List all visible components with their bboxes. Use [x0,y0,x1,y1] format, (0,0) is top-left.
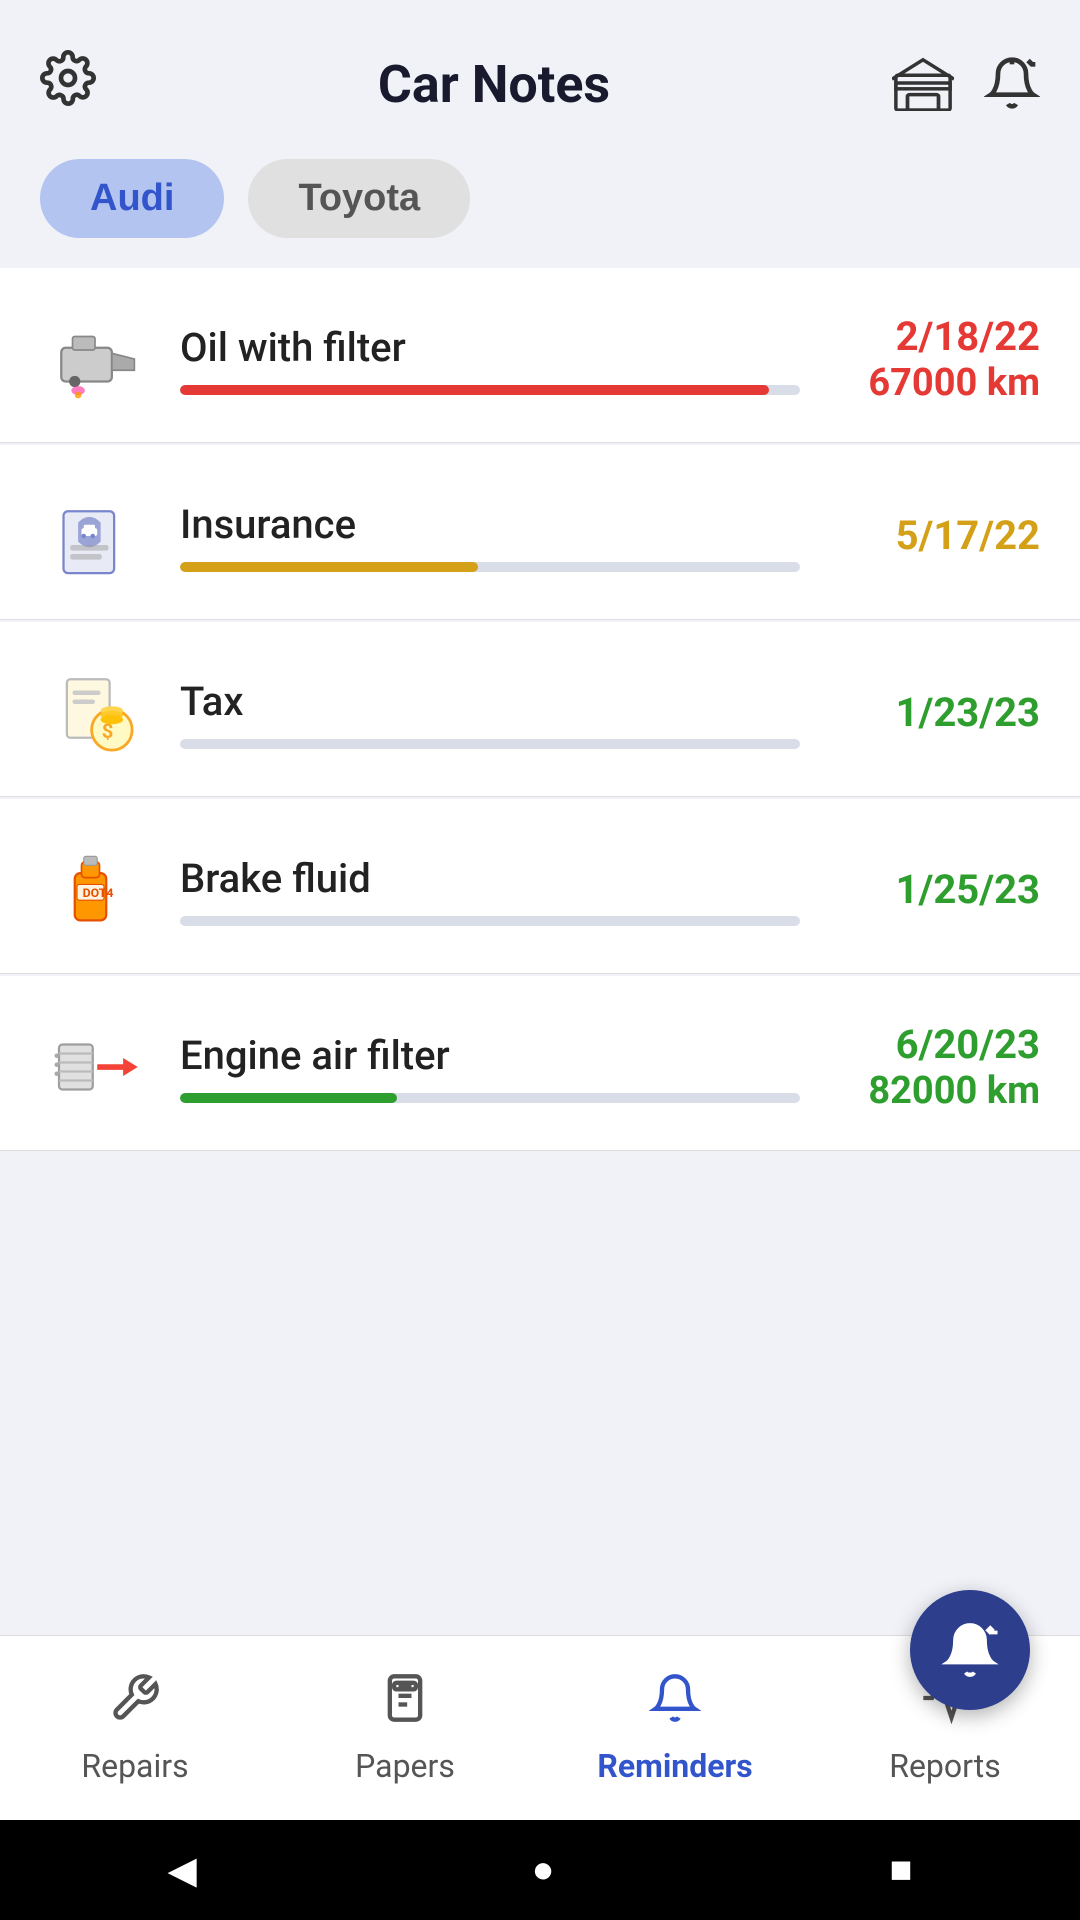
settings-icon[interactable] [40,50,96,119]
nav-papers[interactable]: Papers [270,1672,540,1785]
add-reminder-icon-header[interactable] [984,55,1040,115]
brake-date-value: 1/25/23 [820,866,1040,914]
air-date: 6/20/23 82000 km [820,1021,1040,1113]
reminders-icon [649,1672,701,1737]
reminder-item-oil[interactable]: Oil with filter 2/18/22 67000 km [0,268,1080,443]
tab-audi[interactable]: Audi [40,159,224,238]
insurance-progress-bg [180,562,800,572]
add-reminder-fab[interactable] [910,1590,1030,1710]
insurance-name: Insurance [180,501,800,548]
oil-name: Oil with filter [180,324,800,371]
nav-reminders[interactable]: Reminders [540,1672,810,1785]
reminder-item-brake[interactable]: DOT4 Brake fluid 1/25/23 [0,799,1080,974]
header: Car Notes [0,0,1080,139]
oil-date-value: 2/18/22 [820,313,1040,361]
insurance-icon [40,481,150,591]
brake-name: Brake fluid [180,855,800,902]
insurance-content: Insurance [180,501,800,572]
oil-icon [40,304,150,414]
tax-date: 1/23/23 [820,689,1040,737]
air-content: Engine air filter [180,1032,800,1103]
reminder-item-air[interactable]: Engine air filter 6/20/23 82000 km [0,976,1080,1151]
nav-repairs[interactable]: Repairs [0,1672,270,1785]
papers-icon [379,1672,431,1737]
air-progress-fill [180,1093,397,1103]
reminder-item-tax[interactable]: $ Tax 1/23/23 [0,622,1080,797]
tax-date-value: 1/23/23 [820,689,1040,737]
reminders-label: Reminders [597,1747,752,1785]
repairs-label: Repairs [81,1747,188,1785]
reminder-list: Oil with filter 2/18/22 67000 km [0,268,1080,1848]
back-button[interactable]: ◀ [167,1848,196,1893]
brake-icon: DOT4 [40,835,150,945]
repairs-icon [109,1672,161,1737]
air-progress-bg [180,1093,800,1103]
tax-progress-bg [180,739,800,749]
air-icon [40,1012,150,1122]
air-date-value: 6/20/23 [820,1021,1040,1069]
oil-progress-bg [180,385,800,395]
brake-content: Brake fluid [180,855,800,926]
insurance-date: 5/17/22 [820,512,1040,560]
svg-text:DOT4: DOT4 [83,887,114,901]
home-button[interactable]: ● [532,1848,555,1892]
reminder-item-insurance[interactable]: Insurance 5/17/22 [0,445,1080,620]
tax-name: Tax [180,678,800,725]
car-tabs: Audi Toyota [0,139,1080,268]
tax-icon: $ [40,658,150,768]
air-km-value: 82000 km [820,1069,1040,1113]
tax-content: Tax [180,678,800,749]
reports-label: Reports [889,1747,1001,1785]
oil-km-value: 67000 km [820,361,1040,405]
oil-date: 2/18/22 67000 km [820,313,1040,405]
oil-content: Oil with filter [180,324,800,395]
oil-progress-fill [180,385,769,395]
brake-progress-bg [180,916,800,926]
header-right-icons [892,55,1040,115]
insurance-progress-fill [180,562,478,572]
garage-icon[interactable] [892,55,954,115]
system-nav: ◀ ● ■ [0,1820,1080,1920]
recents-button[interactable]: ■ [890,1848,913,1892]
tab-toyota[interactable]: Toyota [248,159,470,238]
air-name: Engine air filter [180,1032,800,1079]
insurance-date-value: 5/17/22 [820,512,1040,560]
papers-label: Papers [355,1747,455,1785]
brake-date: 1/25/23 [820,866,1040,914]
app-title: Car Notes [96,54,892,115]
